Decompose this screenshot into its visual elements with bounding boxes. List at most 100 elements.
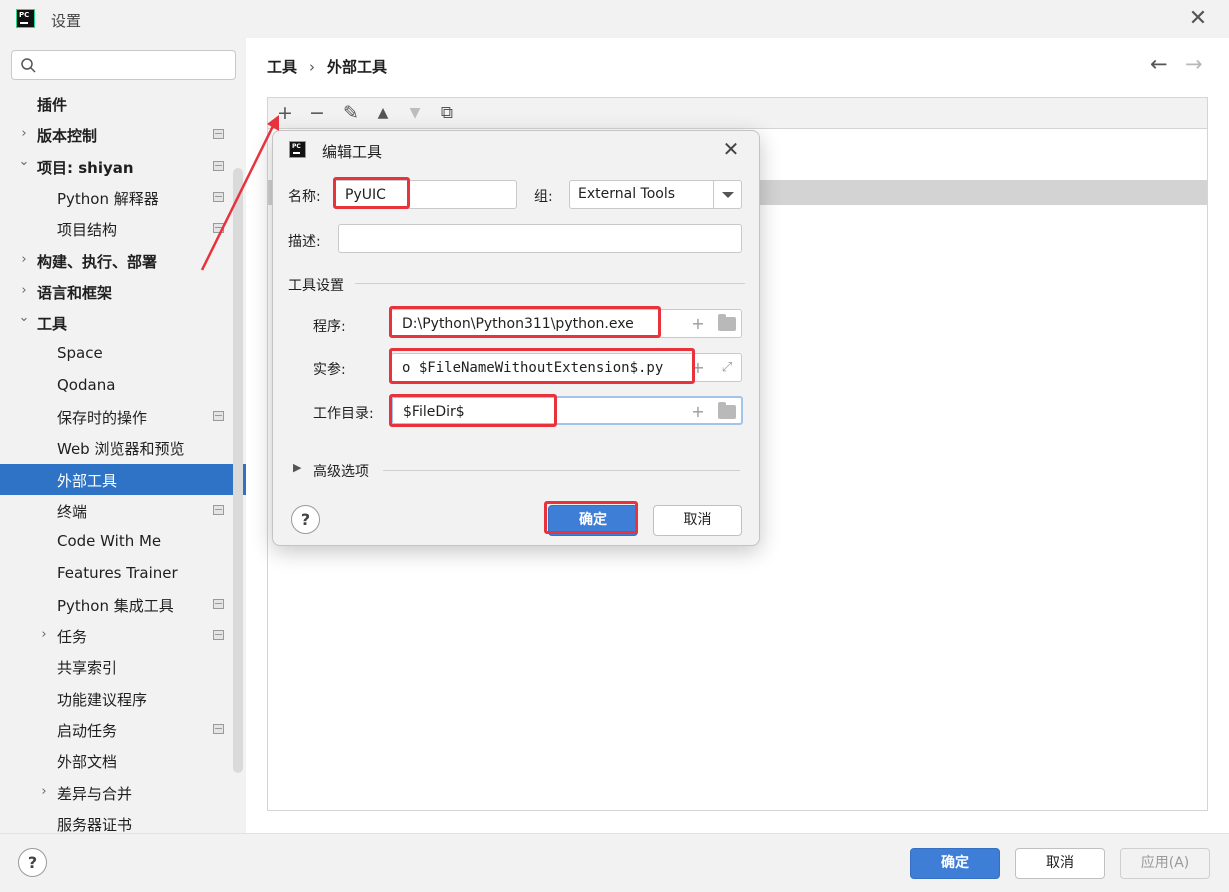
arguments-label: 实参:: [313, 362, 346, 378]
description-field[interactable]: [338, 224, 742, 253]
back-arrow-icon[interactable]: ←: [1150, 52, 1168, 76]
group-label: 组:: [534, 189, 553, 205]
name-label: 名称:: [288, 189, 321, 205]
chevron-right-icon[interactable]: ›: [37, 785, 51, 799]
advanced-expand-icon[interactable]: ▶: [293, 461, 301, 474]
sidebar-item-label: Features Trainer: [57, 564, 178, 582]
sidebar-item[interactable]: Python 解释器: [0, 182, 246, 213]
insert-macro-icon[interactable]: +: [689, 315, 707, 333]
project-scope-icon: [213, 630, 224, 640]
sidebar-item-label: 服务器证书: [57, 816, 133, 833]
sidebar-item[interactable]: Qodana: [0, 370, 246, 401]
sidebar-item[interactable]: › 构建、执行、部署: [0, 245, 246, 276]
dialog-close-icon[interactable]: ✕: [719, 137, 743, 161]
edit-tool-button[interactable]: ✎: [339, 101, 363, 125]
project-scope-icon: [213, 192, 224, 202]
sidebar-item[interactable]: 保存时的操作: [0, 401, 246, 432]
sidebar-item[interactable]: ⌄ 项目: shiyan: [0, 151, 246, 182]
sidebar-item-label: Python 集成工具: [57, 597, 174, 615]
sidebar-item[interactable]: 项目结构: [0, 213, 246, 244]
forward-arrow-icon: →: [1185, 52, 1203, 76]
copy-tool-button[interactable]: ⧉: [435, 101, 459, 125]
sidebar-item-label: 差异与合并: [57, 785, 133, 803]
sidebar-item[interactable]: Code With Me: [0, 526, 246, 557]
sidebar-item-label: 功能建议程序: [57, 691, 148, 709]
sidebar-item[interactable]: › 版本控制: [0, 119, 246, 150]
section-divider: [355, 283, 745, 284]
sidebar-item[interactable]: Features Trainer: [0, 558, 246, 589]
sidebar-scrollbar[interactable]: [233, 168, 243, 773]
settings-ok-button[interactable]: 确定: [910, 848, 1000, 879]
sidebar-item[interactable]: › 任务: [0, 620, 246, 651]
sidebar-item-label: Web 浏览器和预览: [57, 440, 185, 458]
settings-apply-button: 应用(A): [1120, 848, 1210, 879]
sidebar-item[interactable]: Space: [0, 338, 246, 369]
project-scope-icon: [213, 411, 224, 421]
dropdown-arrow-icon[interactable]: [713, 181, 741, 208]
sidebar-item-label: 保存时的操作: [57, 409, 148, 427]
chevron-down-icon[interactable]: ⌄: [17, 155, 31, 169]
settings-search-box[interactable]: [11, 50, 236, 80]
description-input[interactable]: [349, 229, 729, 249]
chevron-right-icon[interactable]: ›: [17, 253, 31, 267]
sidebar-item-label: 插件: [37, 96, 68, 114]
pycharm-logo-icon: PC: [16, 9, 35, 28]
sidebar-item-label: 终端: [57, 503, 88, 521]
sidebar-item-label: 语言和框架: [37, 284, 113, 302]
remove-tool-button[interactable]: −: [305, 101, 329, 125]
sidebar-item[interactable]: › 语言和框架: [0, 276, 246, 307]
sidebar-item-label: Code With Me: [57, 532, 162, 550]
dialog-cancel-button[interactable]: 取消: [653, 505, 742, 536]
move-up-button[interactable]: ▲: [371, 101, 395, 125]
project-scope-icon: [213, 599, 224, 609]
sidebar-item[interactable]: 终端: [0, 495, 246, 526]
sidebar-item[interactable]: 外部工具: [0, 464, 246, 495]
chevron-down-icon[interactable]: ⌄: [17, 311, 31, 325]
window-close-icon[interactable]: ✕: [1186, 7, 1210, 31]
sidebar-item[interactable]: Python 集成工具: [0, 589, 246, 620]
sidebar-item[interactable]: 服务器证书: [0, 808, 246, 833]
folder-icon[interactable]: [718, 314, 736, 331]
expand-icon[interactable]: ⤢: [718, 359, 736, 377]
settings-cancel-button[interactable]: 取消: [1015, 848, 1105, 879]
search-icon: [21, 58, 36, 73]
breadcrumb-separator: ›: [309, 58, 316, 76]
settings-help-button[interactable]: ?: [18, 848, 47, 877]
chevron-right-icon[interactable]: ›: [17, 127, 31, 141]
project-scope-icon: [213, 223, 224, 233]
dialog-help-button[interactable]: ?: [291, 505, 320, 534]
pycharm-logo-icon: PC: [289, 141, 306, 158]
advanced-divider: [383, 470, 740, 471]
advanced-options-label[interactable]: 高级选项: [313, 461, 369, 481]
sidebar-item[interactable]: 外部文档: [0, 745, 246, 776]
settings-footer: ? 确定 取消 应用(A): [0, 833, 1229, 892]
sidebar-item-label: Qodana: [57, 376, 116, 394]
settings-search-input[interactable]: [44, 55, 229, 75]
sidebar-item[interactable]: ⌄ 工具: [0, 307, 246, 338]
folder-icon[interactable]: [718, 402, 736, 419]
working-directory-label: 工作目录:: [313, 406, 374, 422]
insert-macro-icon[interactable]: +: [689, 403, 707, 421]
sidebar-item[interactable]: 共享索引: [0, 651, 246, 682]
sidebar-item-label: 项目结构: [57, 221, 118, 239]
external-tools-toolbar: + − ✎ ▲ ▼ ⧉: [267, 97, 1208, 128]
sidebar-item[interactable]: 启动任务: [0, 714, 246, 745]
title-bar: PC 设置 ✕: [0, 0, 1229, 38]
sidebar-item-label: 版本控制: [37, 127, 98, 145]
breadcrumb-parent[interactable]: 工具: [267, 58, 297, 76]
sidebar-item[interactable]: 插件: [0, 88, 246, 119]
project-scope-icon: [213, 161, 224, 171]
sidebar-item[interactable]: Web 浏览器和预览: [0, 432, 246, 463]
chevron-right-icon[interactable]: ›: [17, 284, 31, 298]
breadcrumb-current: 外部工具: [327, 58, 388, 76]
sidebar-item-label: 启动任务: [57, 722, 118, 740]
sidebar-item[interactable]: 功能建议程序: [0, 683, 246, 714]
sidebar-item-label: 工具: [37, 315, 68, 333]
move-down-button: ▼: [409, 105, 421, 121]
workdir-highlight-box: [389, 394, 557, 427]
group-select[interactable]: External Tools: [569, 180, 742, 209]
breadcrumb: 工具 › 外部工具: [267, 56, 387, 77]
chevron-right-icon[interactable]: ›: [37, 628, 51, 642]
sidebar-item[interactable]: › 差异与合并: [0, 777, 246, 808]
add-tool-button[interactable]: +: [273, 101, 297, 125]
